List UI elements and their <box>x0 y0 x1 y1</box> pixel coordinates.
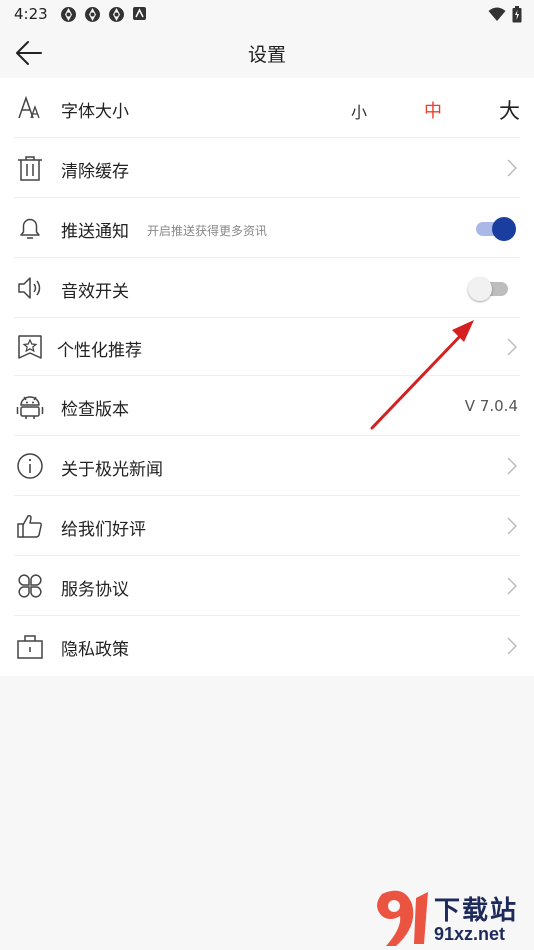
sound-effects-label: 音效开关 <box>61 282 129 302</box>
font-size-label: 字体大小 <box>61 102 129 122</box>
info-icon <box>17 453 43 479</box>
chevron-right-icon <box>507 338 517 356</box>
font-size-medium-option[interactable]: 中 <box>424 97 442 123</box>
thumbs-up-icon <box>17 515 42 538</box>
service-agreement-row[interactable]: 服务协议 <box>0 556 534 616</box>
wifi-icon <box>488 7 506 21</box>
push-notification-hint: 开启推送获得更多资讯 <box>147 224 268 238</box>
app-header: 设置 <box>0 30 534 78</box>
page-title: 设置 <box>247 44 286 66</box>
sound-effects-toggle[interactable] <box>468 277 508 301</box>
font-size-small-option[interactable]: 小 <box>351 99 367 123</box>
star-badge-icon <box>18 335 42 359</box>
clover-grid-icon <box>18 574 42 598</box>
watermark-site: 91xz.net <box>434 924 506 944</box>
briefcase-icon <box>17 635 43 659</box>
toggle-knob <box>492 217 516 241</box>
sound-effects-row: 音效开关 <box>0 258 534 318</box>
chevron-right-icon <box>507 577 517 595</box>
chevron-right-icon <box>507 637 517 655</box>
chevron-right-icon <box>507 457 517 475</box>
font-size-icon <box>18 95 40 119</box>
check-version-label: 检查版本 <box>61 400 129 420</box>
settings-list: 字体大小 小 中 大 清除缓存 推送通知 开启推送获得更多资讯 音效开关 个性化… <box>0 78 534 676</box>
rate-us-label: 给我们好评 <box>61 520 146 540</box>
service-agreement-label: 服务协议 <box>61 580 129 600</box>
bell-icon <box>20 218 40 239</box>
about-label: 关于极光新闻 <box>61 460 163 480</box>
push-notification-label: 推送通知 <box>61 222 129 242</box>
status-time: 4:23 <box>14 5 48 23</box>
version-number: V 7.0.4 <box>464 397 518 415</box>
personalized-recommendation-label: 个性化推荐 <box>57 341 142 361</box>
system-status-icons <box>488 6 522 23</box>
privacy-policy-label: 隐私政策 <box>61 640 129 660</box>
push-notification-toggle[interactable] <box>476 217 516 241</box>
push-notification-row: 推送通知 开启推送获得更多资讯 <box>0 198 534 258</box>
rate-us-row[interactable]: 给我们好评 <box>0 496 534 556</box>
clear-cache-row[interactable]: 清除缓存 <box>0 138 534 198</box>
trash-icon <box>18 156 42 181</box>
check-version-row[interactable]: 检查版本 V 7.0.4 <box>0 376 534 436</box>
app-notification-icon <box>61 7 76 22</box>
app-notification-icon <box>85 7 100 22</box>
privacy-policy-row[interactable]: 隐私政策 <box>0 616 534 676</box>
clear-cache-label: 清除缓存 <box>61 162 129 182</box>
notification-icons <box>60 6 147 23</box>
status-bar: 4:23 <box>0 0 534 30</box>
app-notification-icon <box>109 7 124 22</box>
watermark-brand: 下载站 <box>434 896 519 926</box>
battery-icon <box>512 6 522 23</box>
chevron-right-icon <box>507 517 517 535</box>
about-row[interactable]: 关于极光新闻 <box>0 436 534 496</box>
toggle-knob <box>468 277 492 301</box>
font-size-large-option[interactable]: 大 <box>499 95 520 125</box>
speaker-icon <box>18 277 41 299</box>
android-icon <box>16 396 44 419</box>
font-size-row: 字体大小 小 中 大 <box>0 78 534 138</box>
chevron-right-icon <box>507 159 517 177</box>
app-badge-icon <box>133 7 146 20</box>
personalized-recommendation-row[interactable]: 个性化推荐 <box>0 318 534 376</box>
